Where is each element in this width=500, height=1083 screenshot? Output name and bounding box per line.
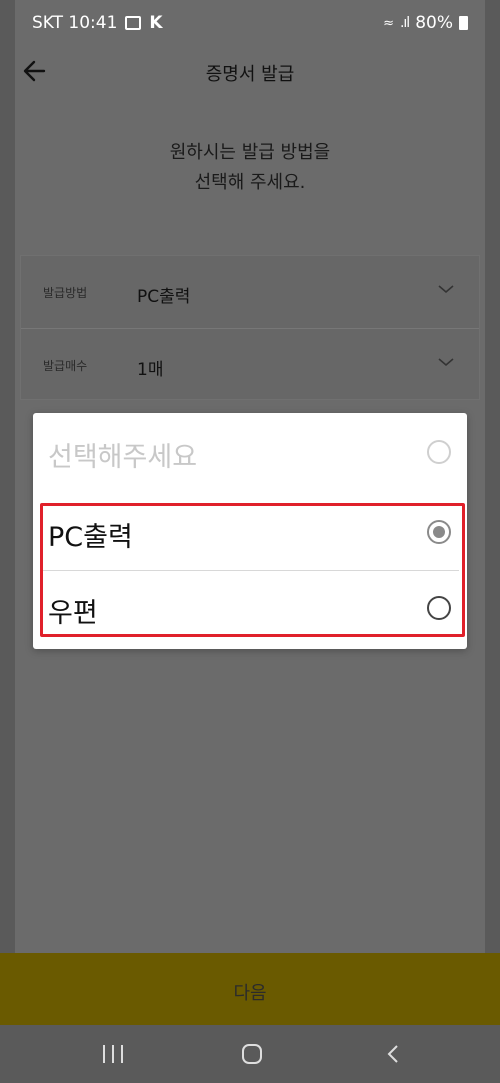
- wifi-icon: ≈: [383, 15, 394, 31]
- chevron-down-icon: [438, 285, 454, 294]
- count-label: 발급매수: [43, 359, 88, 373]
- count-select[interactable]: 발급매수 1매: [21, 328, 479, 401]
- intro-text: 원하시는 발급 방법을 선택해 주세요.: [0, 138, 500, 198]
- nav-back-icon[interactable]: [384, 1044, 404, 1064]
- next-button-label: 다음: [233, 983, 267, 1004]
- carrier-time: SKT 10:41: [32, 13, 118, 33]
- signal-icon: .ıl: [399, 15, 410, 31]
- screen: SKT 10:41 K ≈ .ıl 80% 증명서 발급 원하시는 발급 방법을…: [0, 0, 500, 1083]
- status-bar: SKT 10:41 K ≈ .ıl 80%: [0, 0, 500, 46]
- page-title: 증명서 발급: [205, 64, 295, 85]
- home-icon[interactable]: [242, 1044, 262, 1064]
- issue-form: 발급방법 PC출력 발급매수 1매: [20, 255, 480, 400]
- option-label: 선택해주세요: [48, 442, 198, 473]
- count-value: 1매: [137, 360, 164, 380]
- gallery-icon: [125, 16, 142, 30]
- intro-line-1: 원하시는 발급 방법을: [169, 142, 331, 163]
- k-app-icon: K: [149, 13, 163, 33]
- method-value: PC출력: [137, 287, 191, 307]
- chevron-down-icon: [438, 358, 454, 367]
- battery-percent: 80%: [415, 13, 453, 33]
- radio-unchecked-icon[interactable]: [427, 440, 451, 464]
- highlight-box: [40, 503, 465, 637]
- option-placeholder[interactable]: 선택해주세요: [33, 415, 467, 491]
- system-nav-bar: [0, 1025, 500, 1083]
- method-label: 발급방법: [43, 286, 88, 300]
- battery-icon: [459, 16, 468, 30]
- intro-line-2: 선택해 주세요.: [194, 172, 306, 193]
- next-button[interactable]: 다음: [0, 953, 500, 1025]
- app-header: 증명서 발급: [0, 46, 500, 98]
- method-select[interactable]: 발급방법 PC출력: [21, 256, 479, 328]
- recent-apps-icon[interactable]: [103, 1045, 123, 1063]
